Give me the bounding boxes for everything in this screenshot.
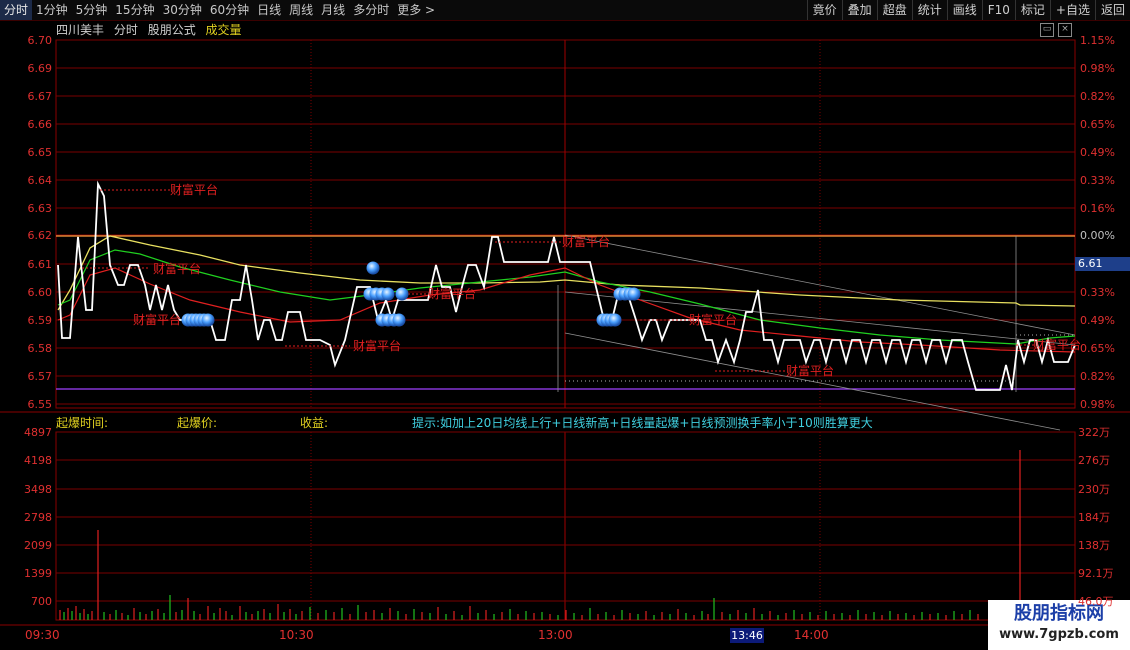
platform-label: 财富平台: [153, 261, 201, 276]
volume-tick: 700: [31, 595, 52, 608]
time-cursor-label: 13:46: [730, 628, 764, 643]
percent-tick: 0.65%: [1080, 118, 1115, 131]
price-tick: 6.67: [27, 90, 53, 103]
percent-tick: 0.16%: [1080, 202, 1115, 215]
price-tick: 6.62: [27, 229, 53, 242]
volume-tick: 2798: [24, 511, 52, 524]
profit-label: 收益:: [300, 416, 329, 430]
price-tick: 6.61: [27, 258, 53, 271]
price-tick: 6.65: [27, 146, 53, 159]
watermark-url: www.7gpzb.com: [999, 627, 1119, 642]
time-tick: 14:00: [794, 628, 829, 642]
platform-label: 财富平台: [170, 182, 218, 197]
platform-label: 财富平台: [562, 234, 610, 249]
platform-label: 财富平台: [133, 312, 181, 327]
percent-tick: 0.49%: [1080, 146, 1115, 159]
price-tick: 6.66: [27, 118, 53, 131]
time-tick: 09:30: [25, 628, 60, 642]
platform-label: 财富平台: [1033, 337, 1081, 352]
volume-tick: 3498: [24, 483, 52, 496]
volume-unit-tick: 322万: [1078, 426, 1110, 439]
platform-label: 财富平台: [689, 312, 737, 327]
percent-tick: 0.65%: [1080, 342, 1115, 355]
price-tick: 6.64: [27, 174, 53, 187]
price-tick: 6.70: [27, 34, 53, 47]
time-tick: 13:00: [538, 628, 573, 642]
volume-unit-tick: 184万: [1078, 511, 1110, 524]
percent-tick: 0.98%: [1080, 398, 1115, 411]
price-tick: 6.69: [27, 62, 53, 75]
platform-label: 财富平台: [428, 286, 476, 301]
volume-unit-tick: 92.1万: [1078, 567, 1114, 580]
platform-label: 财富平台: [786, 363, 834, 378]
current-price-tag: 6.61: [1075, 257, 1130, 271]
percent-tick: 0.82%: [1080, 90, 1115, 103]
explode-time-label: 起爆时间:: [56, 416, 109, 430]
signal-ball-icon: [392, 313, 406, 327]
price-tick: 6.63: [27, 202, 53, 215]
volume-tick: 1399: [24, 567, 52, 580]
percent-tick: 0.33%: [1080, 174, 1115, 187]
volume-unit-tick: 276万: [1078, 454, 1110, 467]
platform-label: 财富平台: [353, 338, 401, 353]
percent-tick: 1.15%: [1080, 34, 1115, 47]
signal-ball-icon: [381, 287, 395, 301]
intraday-chart[interactable]: 财富平台财富平台财富平台财富平台财富平台财富平台财富平台财富平台财富平台: [0, 0, 1130, 650]
volume-unit-tick: 230万: [1078, 483, 1110, 496]
signal-ball-icon: [395, 287, 409, 301]
percent-tick: 0.98%: [1080, 62, 1115, 75]
volume-unit-tick: 46.0万: [1078, 595, 1114, 608]
price-tick: 6.55: [27, 398, 53, 411]
explode-price-label: 起爆价:: [177, 416, 218, 430]
price-line: [57, 180, 1076, 391]
percent-tick: 0.82%: [1080, 370, 1115, 383]
volume-tick: 2099: [24, 539, 52, 552]
signal-ball-icon: [366, 261, 380, 275]
volume-tick: 4198: [24, 454, 52, 467]
price-tick: 6.59: [27, 314, 53, 327]
signal-ball-icon: [627, 287, 641, 301]
price-tick: 6.60: [27, 286, 53, 299]
time-tick: 10:30: [279, 628, 314, 642]
signal-ball-icon: [201, 313, 215, 327]
volume-tick: 4897: [24, 426, 52, 439]
price-tick: 6.57: [27, 370, 53, 383]
volume-unit-tick: 138万: [1078, 539, 1110, 552]
hint-text: 提示:如加上20日均线上行+日线新高+日线量起爆+日线预测换手率小于10则胜算更…: [412, 416, 873, 430]
signal-ball-icon: [608, 313, 622, 327]
percent-tick: 0.49%: [1080, 314, 1115, 327]
percent-tick: 0.00%: [1080, 229, 1115, 242]
percent-tick: 0.33%: [1080, 286, 1115, 299]
price-tick: 6.58: [27, 342, 53, 355]
